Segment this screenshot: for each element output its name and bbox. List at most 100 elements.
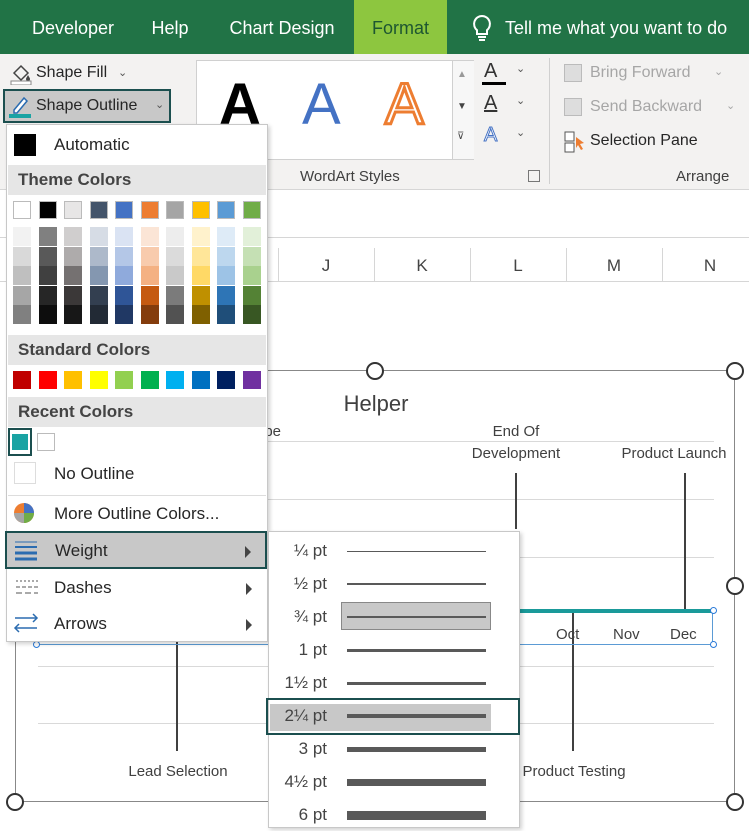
standard-color-swatch[interactable] [191, 371, 210, 389]
column-header-n[interactable]: N [662, 256, 749, 276]
theme-shade-swatch[interactable] [115, 227, 133, 246]
wordart-style-blue[interactable]: A [302, 71, 341, 138]
theme-color-swatch[interactable] [115, 201, 133, 219]
tab-chart-design[interactable]: Chart Design [220, 0, 344, 54]
theme-shade-swatch[interactable] [13, 246, 31, 266]
selection-handle[interactable] [710, 607, 717, 614]
theme-shade-swatch[interactable] [191, 285, 210, 305]
theme-shade-swatch[interactable] [191, 227, 210, 246]
theme-color-swatch[interactable] [89, 201, 108, 219]
dialog-launcher-icon[interactable] [528, 170, 540, 182]
theme-shade-swatch[interactable] [166, 246, 184, 266]
theme-color-swatch[interactable] [38, 201, 57, 219]
recent-color-white[interactable] [37, 433, 55, 451]
scroll-down-icon[interactable]: ▼ [457, 101, 467, 112]
theme-shade-swatch[interactable] [115, 305, 133, 324]
selection-handle[interactable] [710, 641, 717, 648]
chart-resize-handle-bottom-left[interactable] [6, 793, 24, 811]
theme-shade-swatch[interactable] [13, 305, 31, 324]
theme-shade-swatch[interactable] [89, 305, 108, 324]
text-outline-button[interactable]: A ⌄ [482, 92, 532, 118]
standard-color-swatch[interactable] [217, 371, 235, 389]
standard-color-swatch[interactable] [89, 371, 108, 389]
theme-shade-swatch[interactable] [191, 305, 210, 324]
weight-option[interactable]: ¾ pt [269, 600, 519, 633]
theme-shade-swatch[interactable] [89, 246, 108, 266]
standard-color-swatch[interactable] [242, 371, 261, 389]
standard-color-swatch[interactable] [115, 371, 133, 389]
standard-color-swatch[interactable] [13, 371, 31, 389]
theme-shade-swatch[interactable] [115, 246, 133, 266]
text-fill-button[interactable]: A ⌄ [482, 60, 532, 86]
theme-shade-swatch[interactable] [191, 266, 210, 285]
column-header-j[interactable]: J [278, 256, 374, 276]
theme-shade-swatch[interactable] [115, 285, 133, 305]
theme-shade-swatch[interactable] [140, 246, 159, 266]
theme-shade-swatch[interactable] [38, 266, 57, 285]
theme-shade-swatch[interactable] [64, 246, 82, 266]
tab-format[interactable]: Format [354, 0, 447, 54]
more-outline-colors-item[interactable]: More Outline Colors... [8, 497, 266, 531]
selection-pane-button[interactable]: Selection Pane [562, 128, 742, 156]
chart-resize-handle-top-right[interactable] [726, 362, 744, 380]
selection-handle[interactable] [33, 641, 40, 648]
theme-shade-swatch[interactable] [38, 305, 57, 324]
weight-option[interactable]: ¼ pt [269, 534, 519, 567]
theme-shade-swatch[interactable] [217, 246, 235, 266]
theme-shade-swatch[interactable] [13, 227, 31, 246]
theme-shade-swatch[interactable] [140, 305, 159, 324]
theme-color-swatch[interactable] [242, 201, 261, 219]
column-header-m[interactable]: M [566, 256, 662, 276]
standard-color-swatch[interactable] [140, 371, 159, 389]
theme-shade-swatch[interactable] [217, 285, 235, 305]
scroll-up-icon[interactable]: ▲ [457, 69, 467, 80]
theme-shade-swatch[interactable] [217, 305, 235, 324]
theme-shade-swatch[interactable] [242, 227, 261, 246]
gallery-scrollbar[interactable]: ▲ ▼ ⊽ [452, 61, 474, 159]
theme-shade-swatch[interactable] [217, 266, 235, 285]
theme-shade-swatch[interactable] [166, 266, 184, 285]
send-backward-button[interactable]: Send Backward ⌄ [562, 94, 742, 122]
tab-help[interactable]: Help [140, 0, 200, 54]
theme-shade-swatch[interactable] [64, 227, 82, 246]
chart-resize-handle-right[interactable] [726, 577, 744, 595]
theme-shade-swatch[interactable] [38, 285, 57, 305]
chart-resize-handle-top[interactable] [366, 362, 384, 380]
bring-forward-button[interactable]: Bring Forward ⌄ [562, 60, 742, 88]
weight-option[interactable]: 1½ pt [269, 666, 519, 699]
theme-shade-swatch[interactable] [115, 266, 133, 285]
theme-shade-swatch[interactable] [166, 285, 184, 305]
weight-option[interactable]: 4½ pt [269, 765, 519, 798]
wordart-style-orange[interactable]: A [384, 71, 426, 139]
standard-color-swatch[interactable] [166, 371, 184, 389]
theme-shade-swatch[interactable] [140, 266, 159, 285]
theme-shade-swatch[interactable] [64, 266, 82, 285]
theme-shade-swatch[interactable] [242, 305, 261, 324]
shape-outline-button[interactable]: Shape Outline ⌄ [3, 89, 171, 123]
theme-shade-swatch[interactable] [38, 246, 57, 266]
column-header-k[interactable]: K [374, 256, 470, 276]
automatic-color-item[interactable]: Automatic [8, 127, 266, 163]
tab-developer[interactable]: Developer [18, 0, 128, 54]
theme-shade-swatch[interactable] [13, 266, 31, 285]
theme-color-swatch[interactable] [191, 201, 210, 219]
theme-shade-swatch[interactable] [38, 227, 57, 246]
theme-shade-swatch[interactable] [89, 266, 108, 285]
theme-shade-swatch[interactable] [242, 246, 261, 266]
chart-resize-handle-bottom-right[interactable] [726, 793, 744, 811]
theme-color-swatch[interactable] [217, 201, 235, 219]
weight-menu-item[interactable]: Weight [5, 531, 267, 569]
dashes-menu-item[interactable]: Dashes [8, 571, 266, 605]
theme-shade-swatch[interactable] [242, 266, 261, 285]
theme-shade-swatch[interactable] [140, 227, 159, 246]
theme-shade-swatch[interactable] [89, 227, 108, 246]
tell-me-search[interactable]: Tell me what you want to do [505, 0, 745, 54]
theme-color-swatch[interactable] [166, 201, 184, 219]
no-outline-item[interactable]: No Outline [8, 457, 266, 491]
theme-shade-swatch[interactable] [64, 285, 82, 305]
theme-color-swatch[interactable] [13, 201, 31, 219]
theme-shade-swatch[interactable] [242, 285, 261, 305]
weight-option[interactable]: ½ pt [269, 567, 519, 600]
theme-color-swatch[interactable] [64, 201, 82, 219]
text-effects-button[interactable]: A ⌄ [482, 124, 532, 150]
